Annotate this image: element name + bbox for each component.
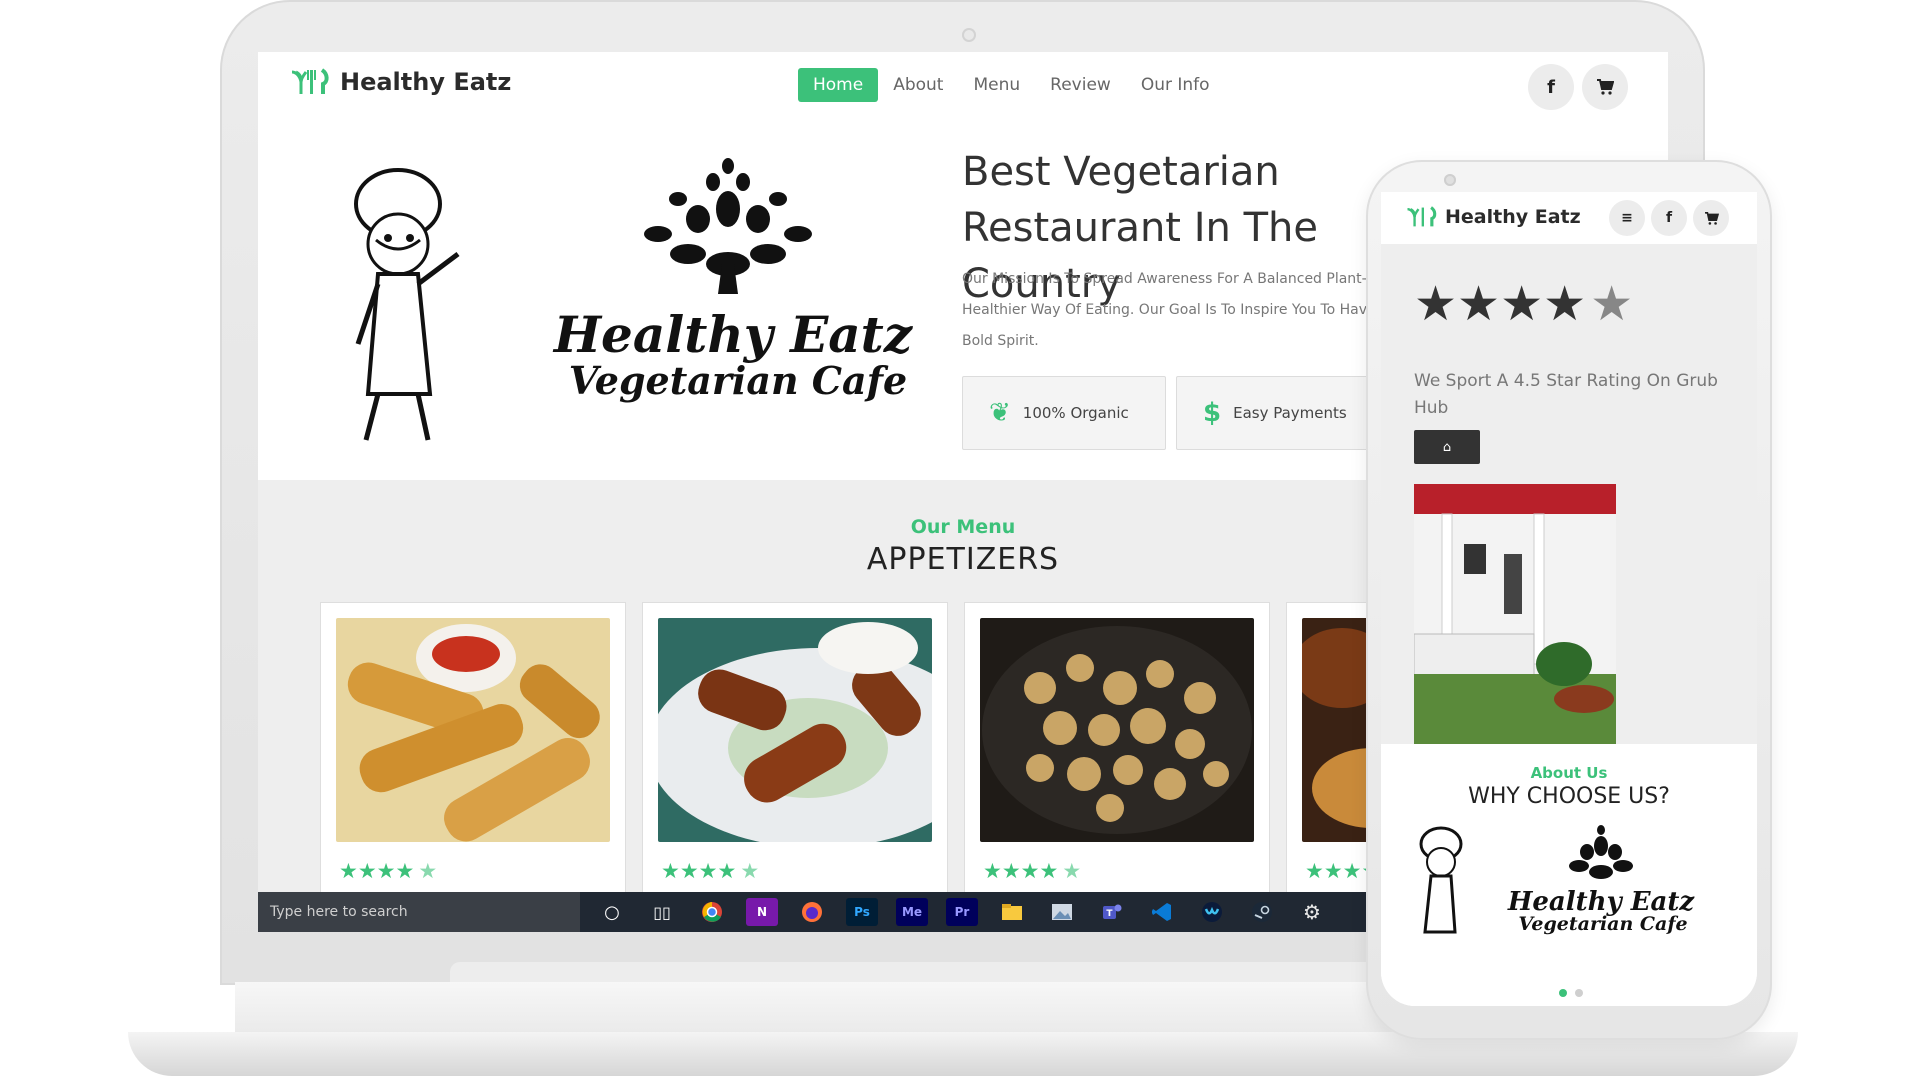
facebook-icon: f: [1665, 210, 1673, 226]
facebook-button[interactable]: f: [1528, 64, 1574, 110]
mobile-cart-button[interactable]: [1693, 200, 1729, 236]
laptop-camera: [962, 28, 976, 42]
hero-art-subtitle: Vegetarian Cafe: [569, 358, 907, 403]
media-encoder-icon[interactable]: Me: [896, 898, 928, 926]
file-explorer-icon[interactable]: [996, 898, 1028, 926]
mobile-navbar: Healthy Eatz ≡ f: [1381, 192, 1757, 244]
leaf-icon: ❦: [989, 398, 1011, 428]
svg-text:T: T: [1106, 909, 1113, 919]
premiere-icon[interactable]: Pr: [946, 898, 978, 926]
restaurant-storefront-image: [1414, 484, 1616, 752]
chrome-icon[interactable]: [696, 898, 728, 926]
nav-our-info[interactable]: Our Info: [1126, 68, 1225, 102]
sprout-fork-icon: [1407, 206, 1437, 227]
mobile-facebook-button[interactable]: f: [1651, 200, 1687, 236]
brand-name: Healthy Eatz: [340, 68, 512, 96]
photoshop-icon[interactable]: Ps: [846, 898, 878, 926]
cart-icon: [1597, 79, 1614, 95]
about-title: WHY CHOOSE US?: [1468, 784, 1670, 809]
rating-stars: ★★★★★: [661, 859, 760, 883]
dollar-icon: $: [1203, 398, 1222, 428]
mobile-about-section: About Us WHY CHOOSE US? Healthy Eatz Veg…: [1381, 744, 1757, 1006]
nav-review[interactable]: Review: [1035, 68, 1126, 102]
cortana-icon[interactable]: ○: [596, 898, 628, 926]
mobile-rating-stars: ★★★★ ★: [1414, 276, 1634, 332]
feature-organic-label: 100% Organic: [1022, 404, 1129, 422]
nav-about[interactable]: About: [878, 68, 958, 102]
chef-logo-illustration: Healthy Eatz Vegetarian Cafe: [354, 158, 914, 441]
home-button[interactable]: ⌂: [1414, 430, 1480, 464]
mobile-brand-logo[interactable]: Healthy Eatz: [1405, 206, 1581, 228]
carousel-dot-active[interactable]: [1559, 989, 1567, 997]
nav-home[interactable]: Home: [798, 68, 879, 102]
nav-menu[interactable]: Menu: [958, 68, 1035, 102]
menu-card[interactable]: ★★★★★: [642, 602, 948, 922]
cart-button[interactable]: [1582, 64, 1628, 110]
laptop-keyboard: [450, 962, 1450, 984]
feature-payments[interactable]: $ Easy Payments: [1176, 376, 1386, 450]
mobile-brand-name: Healthy Eatz: [1445, 206, 1581, 228]
phone-screen: Healthy Eatz ≡ f ★★★★ ★ We Sport A 4.5 St…: [1381, 192, 1757, 1006]
mobile-art-subtitle: Vegetarian Cafe: [1518, 913, 1687, 935]
phone-frame: Healthy Eatz ≡ f ★★★★ ★ We Sport A 4.5 St…: [1366, 160, 1772, 1040]
menu-card[interactable]: ★★★★★: [320, 602, 626, 922]
feature-payments-label: Easy Payments: [1233, 404, 1347, 422]
site-navbar: Healthy Eatz Home About Menu Review Our …: [258, 52, 1668, 118]
mockup-stage: Healthy Eatz Home About Menu Review Our …: [0, 0, 1920, 1080]
hamburger-menu-button[interactable]: ≡: [1609, 200, 1645, 236]
settings-gear-icon[interactable]: ⚙: [1296, 898, 1328, 926]
main-menu: Home About Menu Review Our Info: [798, 68, 1225, 102]
mushrooms-image: [980, 618, 1254, 842]
menu-card[interactable]: ★★★★★: [964, 602, 1270, 922]
task-view-icon[interactable]: ▯▯: [646, 898, 678, 926]
webex-icon[interactable]: [1196, 898, 1228, 926]
rating-stars: ★★★★★: [339, 859, 438, 883]
fried-cutlets-image: [658, 618, 932, 842]
hero-art-title: Healthy Eatz: [552, 305, 914, 364]
phone-camera: [1444, 174, 1456, 186]
mozzarella-sticks-image: [336, 618, 610, 842]
cart-icon: [1704, 211, 1719, 225]
firefox-icon[interactable]: [796, 898, 828, 926]
taskbar-search-input[interactable]: Type here to search: [258, 892, 580, 932]
about-kicker: About Us: [1530, 764, 1608, 782]
carousel-dots[interactable]: [1559, 989, 1583, 997]
teams-icon[interactable]: T: [1096, 898, 1128, 926]
feature-organic[interactable]: ❦ 100% Organic: [962, 376, 1166, 450]
facebook-icon: f: [1547, 76, 1555, 98]
rating-stars: ★★★★★: [983, 859, 1082, 883]
mobile-chef-logo-illustration: Healthy Eatz Vegetarian Cafe: [1419, 825, 1695, 935]
vscode-icon[interactable]: [1146, 898, 1178, 926]
photos-icon[interactable]: [1046, 898, 1078, 926]
home-icon: ⌂: [1442, 439, 1452, 455]
brand-logo[interactable]: Healthy Eatz: [290, 68, 511, 96]
steam-icon[interactable]: [1246, 898, 1278, 926]
sprout-fork-icon: [291, 68, 329, 94]
hamburger-icon: ≡: [1621, 210, 1633, 226]
carousel-dot[interactable]: [1575, 989, 1583, 997]
mobile-rating-text: We Sport A 4.5 Star Rating On Grub Hub: [1414, 371, 1718, 418]
onenote-icon[interactable]: N: [746, 898, 778, 926]
